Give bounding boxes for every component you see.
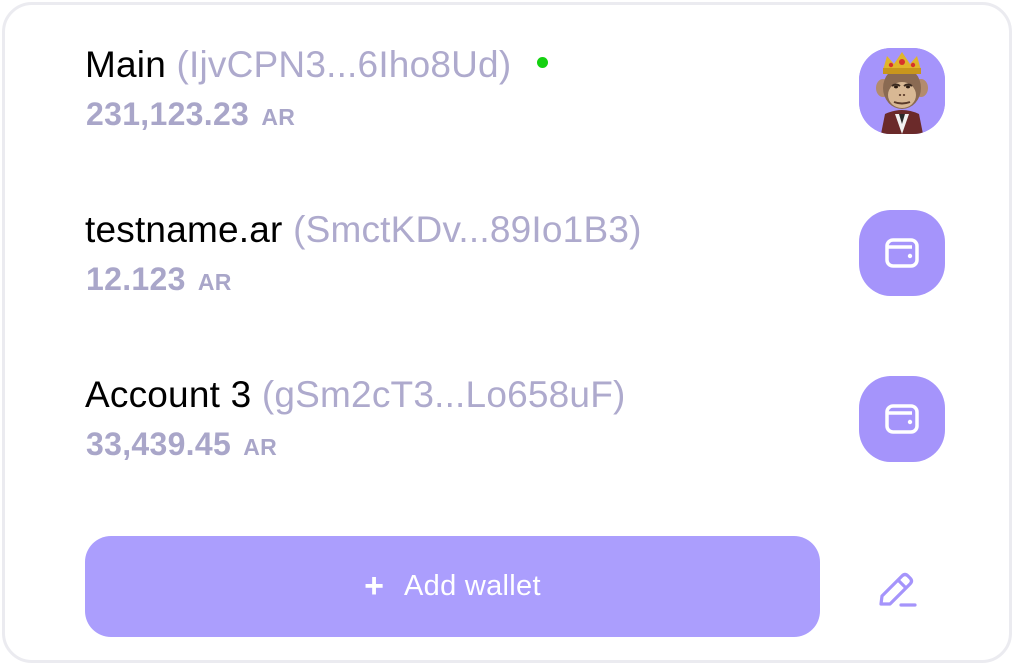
add-wallet-label: Add wallet <box>404 570 541 602</box>
wallet-name-line: Account 3 (gSm2cT3...Lo658uF) <box>85 372 626 418</box>
avatar-ape-nft-icon <box>859 48 945 134</box>
wallet-address: (SmctKDv...89Io1B3) <box>293 209 642 250</box>
wallet-name-line: Main (IjvCPN3...6Iho8Ud) <box>85 42 548 88</box>
wallet-balance: 12.123 <box>86 261 186 297</box>
edit-pencil-icon <box>879 572 917 607</box>
wallet-balance-line: 12.123 AR <box>86 259 232 302</box>
wallet-item-testname[interactable]: testname.ar (SmctKDv...89Io1B3) 12.123 A… <box>85 207 945 307</box>
wallet-balance-line: 33,439.45 AR <box>86 424 277 467</box>
edit-wallets-button[interactable] <box>875 568 919 612</box>
wallet-icon <box>859 210 945 296</box>
wallet-ticker: AR <box>243 434 278 460</box>
wallet-balance-line: 231,123.23 AR <box>86 94 295 137</box>
plus-icon: + <box>364 566 385 605</box>
wallet-balance: 33,439.45 <box>86 426 232 462</box>
wallet-ticker: AR <box>261 104 296 130</box>
wallet-icon <box>859 376 945 462</box>
wallet-label: Main <box>85 44 166 85</box>
add-wallet-button[interactable]: + Add wallet <box>85 536 820 637</box>
wallet-address: (gSm2cT3...Lo658uF) <box>261 374 626 415</box>
wallet-name-line: testname.ar (SmctKDv...89Io1B3) <box>85 207 642 253</box>
wallet-label: Account 3 <box>85 374 252 415</box>
wallet-label: testname.ar <box>85 209 283 250</box>
wallet-switcher-card: Main (IjvCPN3...6Iho8Ud) 231,123.23 AR t… <box>2 2 1012 663</box>
wallet-item-account-3[interactable]: Account 3 (gSm2cT3...Lo658uF) 33,439.45 … <box>85 372 945 472</box>
active-status-dot <box>536 56 548 68</box>
wallet-address: (IjvCPN3...6Iho8Ud) <box>176 44 512 85</box>
wallet-item-main[interactable]: Main (IjvCPN3...6Iho8Ud) 231,123.23 AR <box>85 42 945 142</box>
wallet-ticker: AR <box>197 269 232 295</box>
wallet-balance: 231,123.23 <box>86 96 250 132</box>
